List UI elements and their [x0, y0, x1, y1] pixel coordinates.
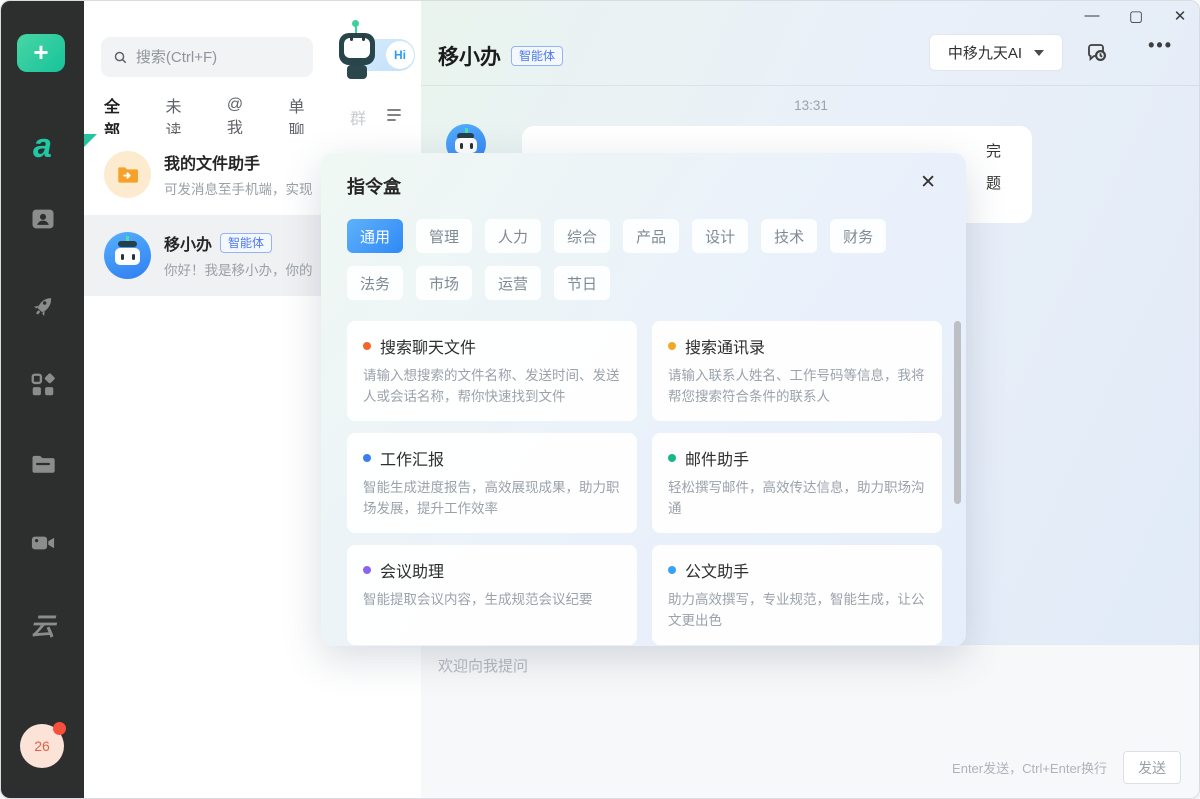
agent-badge: 智能体	[220, 233, 272, 253]
category-tab[interactable]: 法务	[347, 266, 403, 300]
card-title: 搜索通讯录	[685, 334, 765, 358]
mascot-eye	[362, 35, 365, 41]
card-description: 请输入想搜索的文件名称、发送时间、发送人或会话名称，帮你快速找到文件	[363, 366, 621, 408]
command-card[interactable]: 会议助理 智能提取会议内容，生成规范会议纪要	[347, 545, 637, 645]
card-title: 会议助理	[380, 558, 444, 582]
card-description: 请输入联系人姓名、工作号码等信息，我将帮您搜索符合条件的联系人	[668, 366, 926, 408]
send-shortcut-hint: Enter发送，Ctrl+Enter换行	[952, 758, 1107, 777]
model-selector-label: 中移九天AI	[948, 42, 1022, 63]
card-dot-icon	[668, 454, 676, 462]
tab-mentions[interactable]: @我	[227, 96, 259, 138]
card-title: 公文助手	[685, 558, 749, 582]
card-description: 轻松撰写邮件，高效传达信息，助力职场沟通	[668, 478, 926, 520]
conversation-header: 移小办 智能体 中移九天AI •••	[421, 1, 1200, 86]
list-filter-icon[interactable]	[384, 105, 404, 130]
app-logo-icon: a	[1, 127, 84, 166]
mascot-face	[344, 38, 370, 58]
category-tab[interactable]: 设计	[692, 219, 748, 253]
notification-dot	[53, 722, 66, 735]
modal-title: 指令盒	[347, 173, 401, 199]
category-tab[interactable]: 运营	[485, 266, 541, 300]
more-options-icon[interactable]: •••	[1148, 35, 1173, 56]
conversation-title: 移小办	[438, 41, 501, 71]
search-box[interactable]	[101, 37, 313, 77]
card-description: 助力高效撰写，专业规范，智能生成，让公文更出色	[668, 590, 926, 632]
user-avatar[interactable]: 26	[20, 724, 64, 768]
agent-badge: 智能体	[511, 46, 563, 66]
category-tab[interactable]: 人力	[485, 219, 541, 253]
send-button[interactable]: 发送	[1123, 751, 1181, 784]
command-card-grid: 搜索聊天文件 请输入想搜索的文件名称、发送时间、发送人或会话名称，帮你快速找到文…	[347, 321, 943, 645]
search-icon	[113, 49, 128, 66]
mascot-eye	[350, 35, 353, 41]
category-tab[interactable]: 综合	[554, 219, 610, 253]
cloud-disk-icon[interactable]: 云	[1, 607, 84, 643]
file-assistant-avatar	[104, 151, 151, 198]
chat-item-title: 移小办 智能体	[164, 231, 272, 255]
category-tab[interactable]: 产品	[623, 219, 679, 253]
card-dot-icon	[363, 454, 371, 462]
hi-label: Hi	[386, 41, 414, 69]
command-card[interactable]: 搜索通讯录 请输入联系人姓名、工作号码等信息，我将帮您搜索符合条件的联系人	[652, 321, 942, 421]
chevron-down-icon	[1034, 50, 1044, 56]
category-tab[interactable]: 财务	[830, 219, 886, 253]
yixiaoban-avatar	[104, 232, 151, 279]
card-dot-icon	[363, 342, 371, 350]
message-text-line: 题	[986, 172, 1001, 193]
card-description: 智能提取会议内容，生成规范会议纪要	[363, 590, 621, 611]
category-tab[interactable]: 通用	[347, 219, 403, 253]
command-box-modal: 指令盒 ✕ 通用 管理 人力 综合 产品 设计 技术 财务 法务 市场 运营 节…	[321, 153, 966, 646]
unread-count-label: 26	[34, 738, 50, 754]
category-tab[interactable]: 市场	[416, 266, 472, 300]
message-timestamp: 13:31	[421, 98, 1200, 113]
mascot-body	[347, 65, 367, 79]
nav-rail: + a 云 26	[1, 1, 84, 798]
command-card[interactable]: 邮件助手 轻松撰写邮件，高效传达信息，助力职场沟通	[652, 433, 942, 533]
folder-icon	[115, 162, 141, 188]
card-title: 工作汇报	[380, 446, 444, 470]
pinned-corner-marker	[84, 134, 97, 147]
card-title: 搜索聊天文件	[380, 334, 476, 358]
video-meeting-icon[interactable]	[1, 529, 84, 557]
files-icon[interactable]	[1, 450, 84, 478]
command-card[interactable]: 工作汇报 智能生成进度报告，高效展现成果，助力职场发展，提升工作效率	[347, 433, 637, 533]
card-title: 邮件助手	[685, 446, 749, 470]
category-tab[interactable]: 管理	[416, 219, 472, 253]
new-chat-button[interactable]: +	[17, 34, 65, 72]
message-text-line: 完	[986, 140, 1001, 161]
tab-group[interactable]: 群	[350, 105, 366, 129]
card-dot-icon	[363, 566, 371, 574]
apps-icon[interactable]	[1, 371, 84, 399]
assistant-mascot[interactable]: Hi	[331, 27, 417, 83]
chat-history-icon[interactable]	[1085, 41, 1109, 70]
command-card[interactable]: 搜索聊天文件 请输入想搜索的文件名称、发送时间、发送人或会话名称，帮你快速找到文…	[347, 321, 637, 421]
card-dot-icon	[668, 342, 676, 350]
command-card[interactable]: 公文助手 助力高效撰写，专业规范，智能生成，让公文更出色	[652, 545, 942, 645]
message-composer: Enter发送，Ctrl+Enter换行 发送	[421, 644, 1200, 798]
category-tab[interactable]: 节日	[554, 266, 610, 300]
category-tab[interactable]: 技术	[761, 219, 817, 253]
model-selector[interactable]: 中移九天AI	[929, 34, 1063, 71]
command-category-tabs: 通用 管理 人力 综合 产品 设计 技术 财务 法务 市场 运营 节日	[347, 219, 927, 300]
mascot-antenna-dot	[352, 20, 359, 27]
contacts-icon[interactable]	[1, 205, 84, 233]
card-description: 智能生成进度报告，高效展现成果，助力职场发展，提升工作效率	[363, 478, 621, 520]
chat-item-title: 我的文件助手	[164, 150, 260, 174]
message-input[interactable]	[438, 655, 1178, 745]
search-input[interactable]	[136, 49, 301, 66]
card-dot-icon	[668, 566, 676, 574]
modal-scrollbar[interactable]	[954, 321, 961, 504]
app-window: + a 云 26 Hi	[0, 0, 1200, 799]
modal-close-icon[interactable]: ✕	[920, 171, 936, 194]
rocket-icon[interactable]	[1, 293, 84, 321]
